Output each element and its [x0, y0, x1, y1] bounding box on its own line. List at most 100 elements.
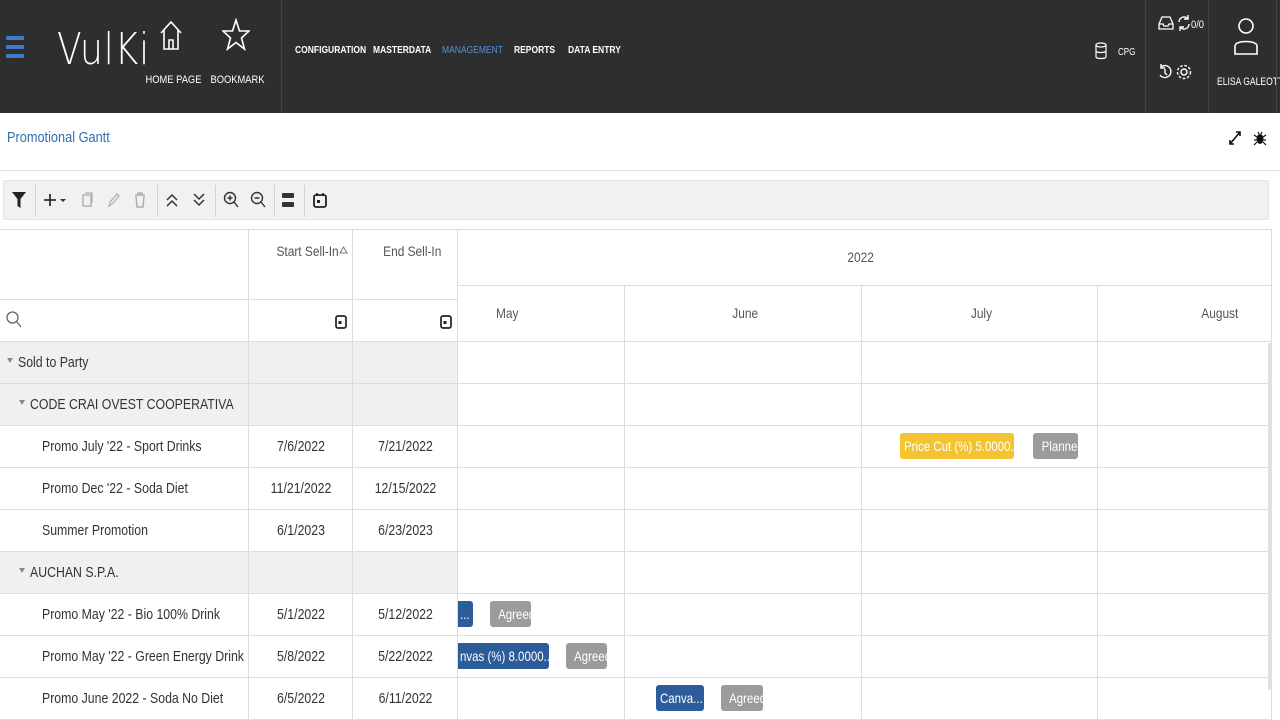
status-badge[interactable]: Agreed: [490, 601, 531, 627]
month-header-may: May: [458, 286, 625, 342]
split-view-button[interactable]: [277, 189, 299, 211]
toolbar-separator: [274, 185, 275, 217]
table-row[interactable]: Promo Dec '22 - Soda Diet 11/21/2022 12/…: [0, 468, 1272, 510]
start-date: 7/6/2022: [277, 438, 325, 455]
end-date: 7/21/2022: [378, 438, 433, 455]
bug-icon[interactable]: [1253, 130, 1267, 146]
end-sell-in-header[interactable]: End Sell-In: [353, 230, 458, 300]
zoom-in-button[interactable]: [220, 189, 242, 211]
split-rows-icon: [282, 193, 294, 207]
bookmark-button[interactable]: BOOKMARK: [206, 18, 266, 86]
start-date-filter-cell[interactable]: [249, 300, 353, 342]
promo-bar[interactable]: Price Cut (%) 5.0000...: [900, 433, 1014, 459]
start-sell-in-header[interactable]: Start Sell-In: [249, 230, 353, 300]
name-filter-cell[interactable]: [0, 300, 249, 342]
database-label: CPG: [1118, 47, 1136, 58]
table-row[interactable]: Promo May '22 - Bio 100% Drink 5/1/2022 …: [0, 594, 1272, 636]
header-divider: [1145, 0, 1146, 113]
table-row[interactable]: Summer Promotion 6/1/2023 6/23/2023: [0, 510, 1272, 552]
header-divider: [281, 0, 282, 113]
filter-icon: [12, 192, 26, 208]
search-icon: [6, 311, 22, 328]
end-date: 5/22/2022: [378, 648, 433, 665]
status-badge[interactable]: Agreed: [721, 685, 763, 711]
expand-icon[interactable]: [1228, 130, 1242, 146]
plus-dropdown-icon: [44, 194, 66, 206]
calendar-icon[interactable]: [440, 313, 452, 329]
table-row[interactable]: Promo July '22 - Sport Drinks 7/6/2022 7…: [0, 426, 1272, 468]
start-date: 11/21/2022: [270, 480, 332, 497]
table-row[interactable]: Promo June 2022 - Soda No Diet 6/5/2022 …: [0, 678, 1272, 720]
status-badge[interactable]: Agreed: [566, 643, 607, 669]
home-icon: [160, 20, 182, 50]
month-label: June: [732, 305, 759, 321]
delete-button[interactable]: [129, 189, 151, 211]
menu-management[interactable]: MANAGEMENT: [442, 45, 503, 56]
group-row[interactable]: CODE CRAI OVEST COOPERATIVA: [0, 384, 1272, 426]
collapse-all-button[interactable]: [161, 189, 183, 211]
month-label: August: [1201, 305, 1239, 321]
menu-data-entry[interactable]: DATA ENTRY: [568, 45, 621, 56]
inbox-icon[interactable]: [1158, 15, 1174, 31]
today-button[interactable]: [309, 189, 331, 211]
status-label: Agreed: [498, 606, 531, 622]
promo-bar-label: ...: [460, 606, 470, 622]
start-date: 6/1/2023: [277, 522, 325, 539]
promo-bar[interactable]: ...: [458, 601, 473, 627]
add-dropdown-button[interactable]: [42, 189, 70, 211]
vertical-scrollbar[interactable]: [1268, 343, 1272, 690]
table-row[interactable]: Promo May '22 - Green Energy Drink 5/8/2…: [0, 636, 1272, 678]
menu-reports[interactable]: REPORTS: [514, 45, 555, 56]
sort-ascending-icon[interactable]: [339, 246, 348, 254]
group-row[interactable]: AUCHAN S.P.A.: [0, 552, 1272, 594]
menu-configuration[interactable]: CONFIGURATION: [295, 45, 366, 56]
trash-icon: [135, 192, 145, 208]
history-icon[interactable]: [1157, 63, 1173, 81]
title-divider: [0, 170, 1280, 171]
header-divider: [1208, 0, 1209, 113]
status-label: Planned: [1041, 438, 1078, 454]
calendar-icon[interactable]: [335, 313, 347, 329]
zoom-out-button[interactable]: [247, 189, 269, 211]
collapse-toggle-icon[interactable]: [19, 400, 25, 405]
filter-button[interactable]: [8, 189, 30, 211]
notification-counter: 0/0: [1191, 19, 1205, 31]
promo-bar-label: Canva...: [660, 690, 703, 706]
end-date-filter-cell[interactable]: [353, 300, 458, 342]
database-icon[interactable]: [1095, 42, 1107, 60]
copy-button[interactable]: [76, 189, 98, 211]
menu-masterdata[interactable]: MASTERDATA: [373, 45, 431, 56]
promo-bar-label: nvas (%) 8.0000...: [460, 648, 549, 664]
promo-bar[interactable]: nvas (%) 8.0000...: [458, 643, 549, 669]
sync-icon[interactable]: [1176, 14, 1192, 32]
promo-name: Summer Promotion: [42, 522, 148, 539]
expand-all-button[interactable]: [188, 189, 210, 211]
copy-icon: [82, 192, 93, 207]
start-date: 5/8/2022: [277, 648, 325, 665]
toolbar-separator: [157, 185, 158, 217]
status-badge[interactable]: Planned: [1033, 433, 1078, 459]
edit-button[interactable]: [103, 189, 125, 211]
month-header-june: June: [625, 286, 862, 342]
promo-name: Promo May '22 - Green Energy Drink: [42, 648, 244, 665]
collapse-toggle-icon[interactable]: [19, 568, 25, 573]
gear-icon[interactable]: [1176, 63, 1192, 81]
home-page-button[interactable]: HOME PAGE: [141, 18, 201, 86]
collapse-toggle-icon[interactable]: [7, 358, 13, 363]
group-row[interactable]: Sold to Party: [0, 342, 1272, 384]
promo-bar[interactable]: Canva...: [656, 685, 704, 711]
month-header-july: July: [862, 286, 1098, 342]
year-label: 2022: [847, 249, 874, 265]
user-avatar-icon[interactable]: [1233, 16, 1259, 56]
start-date: 5/1/2022: [277, 606, 325, 623]
user-name[interactable]: ELISA GALEOTTI: [1217, 76, 1280, 88]
bookmark-label: BOOKMARK: [210, 74, 265, 86]
end-date: 5/12/2022: [378, 606, 433, 623]
double-chevron-up-icon: [166, 193, 178, 207]
promo-name: Promo July '22 - Sport Drinks: [42, 438, 202, 455]
zoom-in-icon: [223, 191, 239, 208]
hamburger-menu-icon[interactable]: [6, 36, 24, 62]
promo-name: Promo May '22 - Bio 100% Drink: [42, 606, 221, 623]
toolbar-separator: [304, 185, 305, 217]
status-label: Agreed: [729, 690, 763, 706]
